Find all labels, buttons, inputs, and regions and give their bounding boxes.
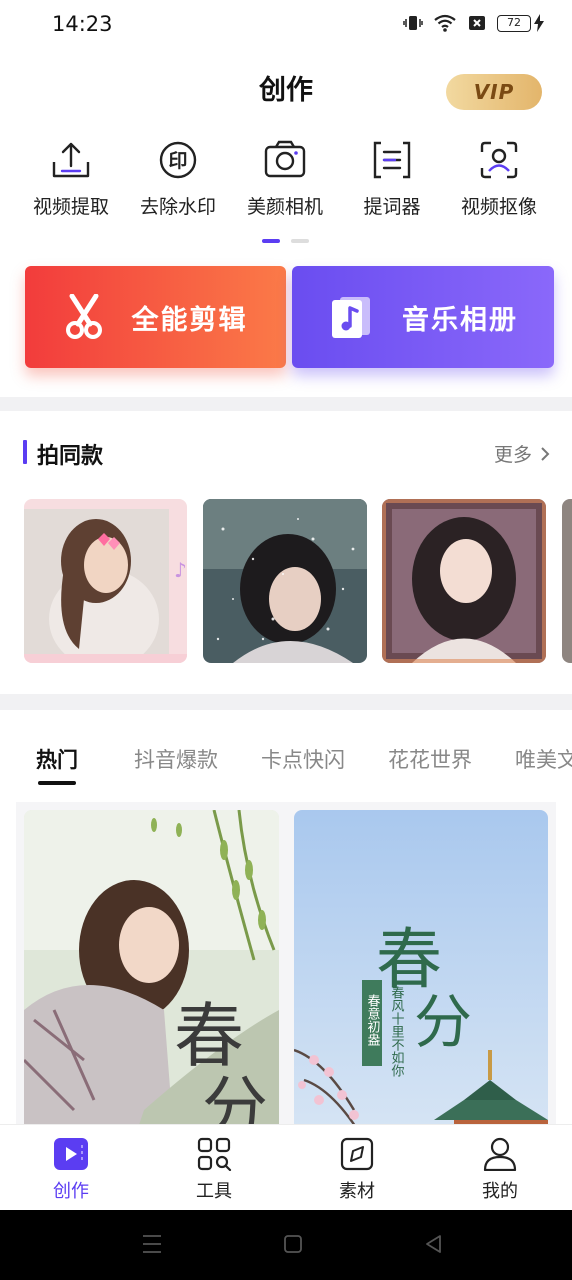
nav-label: 我的 — [482, 1181, 518, 1202]
more-link[interactable]: 更多 — [494, 440, 550, 467]
template-image — [382, 499, 546, 663]
home-icon[interactable] — [283, 1232, 303, 1256]
nav-label: 素材 — [339, 1181, 375, 1202]
system-navigation-bar — [0, 1210, 572, 1280]
status-bar: 14:23 72 — [0, 0, 572, 50]
tool-label: 美颜相机 — [246, 196, 323, 218]
wifi-icon — [434, 14, 456, 32]
tab-douyin-hits[interactable]: 抖音爆款 — [134, 744, 218, 774]
section-divider — [0, 397, 572, 411]
template-image — [562, 499, 572, 663]
music-album-icon — [332, 297, 370, 338]
nav-label: 创作 — [53, 1181, 89, 1202]
no-sim-icon — [469, 16, 485, 30]
vibrate-icon — [403, 16, 423, 30]
tab-flower-world[interactable]: 花花世界 — [388, 744, 472, 774]
album-button-label: 音乐相册 — [402, 304, 518, 336]
chevron-right-icon — [541, 446, 550, 461]
nav-material[interactable]: 素材 — [317, 1137, 397, 1203]
page-indicator — [291, 239, 309, 243]
tool-label: 视频提取 — [32, 196, 109, 218]
status-time: 14:23 — [52, 12, 113, 36]
tool-video-matting[interactable]: 视频抠像 — [444, 140, 554, 219]
tool-watermark-remove[interactable]: 印 去除水印 — [123, 140, 233, 219]
status-icons: 72 — [403, 13, 544, 33]
nav-profile[interactable]: 我的 — [460, 1137, 540, 1203]
section-divider — [0, 694, 572, 710]
battery-level: 72 — [497, 14, 531, 32]
section-title: 拍同款 — [37, 444, 104, 469]
bottom-navigation: 创作 工具 素材 我的 — [0, 1124, 572, 1210]
all-in-one-edit-button[interactable]: 全能剪辑 — [25, 266, 286, 368]
template-image — [203, 499, 367, 663]
template-thumbnail[interactable] — [203, 499, 367, 663]
tool-label: 视频抠像 — [460, 196, 537, 218]
tab-aesthetic-text[interactable]: 唯美文 — [515, 744, 572, 774]
template-thumbnail[interactable] — [382, 499, 546, 663]
card-big-char: 春 — [174, 995, 244, 1077]
tools-grid-icon — [197, 1137, 232, 1171]
template-card-image: 春 分 春意初盎 春风十里不如你 — [294, 810, 548, 1140]
tools-row: 视频提取 印 去除水印 美颜相机 提词器 视频抠像 — [0, 140, 572, 230]
back-icon[interactable] — [424, 1232, 444, 1256]
template-card-image: 春 分 — [24, 810, 279, 1140]
page-indicator-active — [262, 239, 280, 243]
card-vertical-text: 春意初盎 — [365, 994, 381, 1046]
upload-tray-icon — [52, 142, 90, 178]
card-vertical-text: 春风十里不如你 — [389, 986, 405, 1077]
card-big-char: 分 — [414, 988, 472, 1056]
svg-text:♪: ♪ — [174, 558, 187, 582]
create-icon — [54, 1138, 88, 1170]
nav-tools[interactable]: 工具 — [174, 1137, 254, 1203]
more-label: 更多 — [493, 444, 532, 466]
profile-icon — [483, 1137, 517, 1171]
battery-indicator: 72 — [497, 14, 544, 32]
vip-button[interactable]: VIP — [446, 74, 542, 110]
scissors-icon — [65, 294, 102, 339]
material-icon — [340, 1137, 374, 1171]
nav-label: 工具 — [196, 1181, 232, 1202]
music-album-button[interactable]: 音乐相册 — [292, 266, 554, 368]
nav-create[interactable]: 创作 — [31, 1137, 111, 1203]
tool-video-extract[interactable]: 视频提取 — [16, 140, 126, 219]
portrait-cutout-icon — [480, 141, 518, 179]
tab-active-indicator — [38, 781, 76, 785]
template-card[interactable]: 春 分 — [24, 810, 279, 1140]
menu-icon[interactable] — [142, 1232, 162, 1256]
section-accent-bar — [23, 440, 27, 464]
tool-beauty-camera[interactable]: 美颜相机 — [230, 140, 340, 219]
camera-icon — [264, 140, 306, 178]
edit-button-label: 全能剪辑 — [131, 304, 248, 336]
tool-label: 去除水印 — [139, 196, 216, 218]
template-image: ♪ — [24, 499, 187, 663]
template-thumbnail[interactable]: ♪ — [24, 499, 187, 663]
template-thumbnail-partial[interactable] — [562, 499, 572, 663]
svg-text:印: 印 — [168, 150, 187, 172]
tab-beat-flash[interactable]: 卡点快闪 — [261, 744, 345, 774]
stamp-icon: 印 — [159, 141, 197, 179]
teleprompter-icon — [373, 141, 411, 179]
charging-icon — [534, 14, 544, 32]
template-card[interactable]: 春 分 春意初盎 春风十里不如你 — [294, 810, 548, 1140]
tab-hot[interactable]: 热门 — [36, 744, 78, 774]
card-big-char: 春 — [376, 921, 442, 998]
tool-teleprompter[interactable]: 提词器 — [337, 140, 447, 219]
tool-label: 提词器 — [363, 196, 421, 218]
